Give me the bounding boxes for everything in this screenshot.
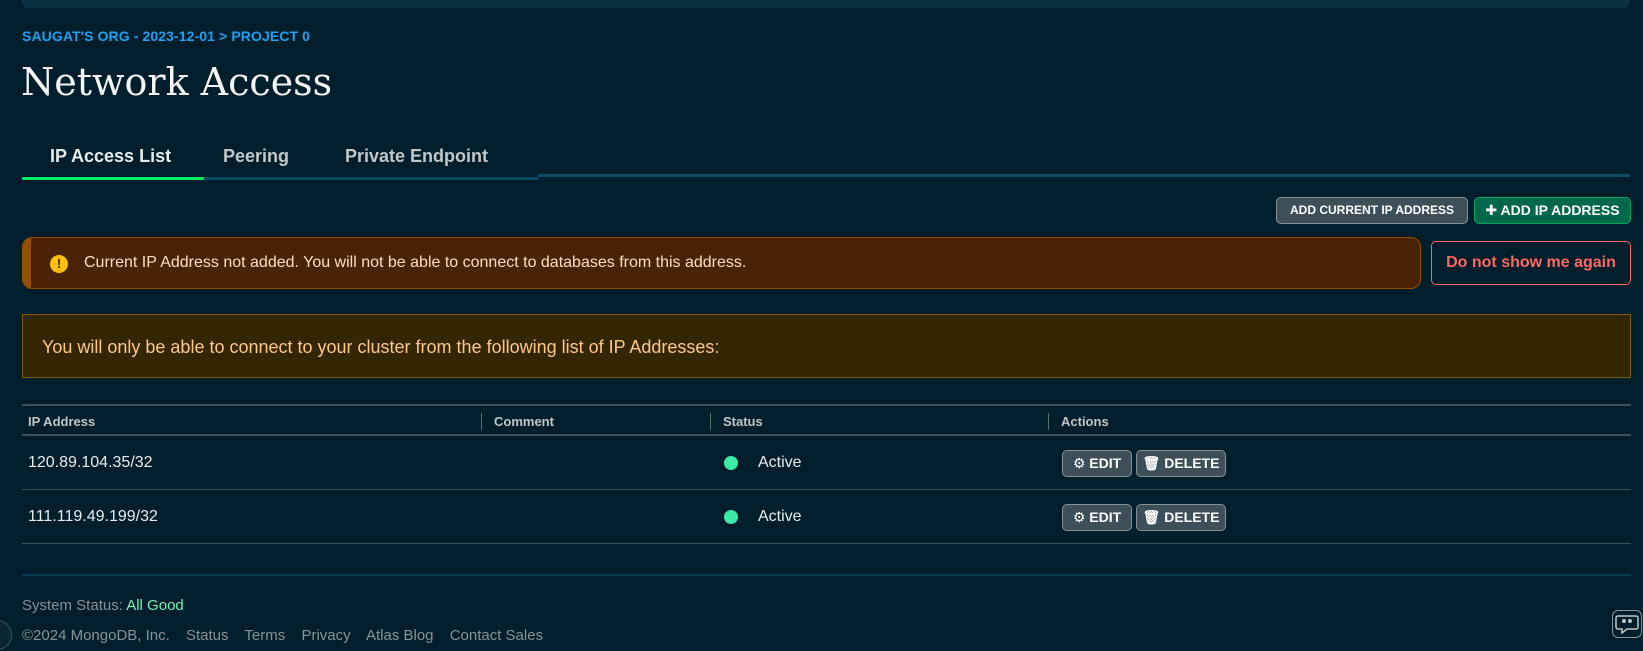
add-current-ip-button[interactable]: ADD CURRENT IP ADDRESS: [1276, 197, 1468, 224]
edit-label: EDIT: [1089, 455, 1122, 471]
footer-link-privacy[interactable]: Privacy: [301, 627, 350, 644]
trash-icon: 🗑: [1142, 509, 1161, 525]
breadcrumb[interactable]: SAUGAT'S ORG - 2023-12-01 > PROJECT 0: [22, 28, 310, 44]
info-banner-message: You will only be able to connect to your…: [42, 337, 720, 357]
status-cell: Active: [758, 508, 802, 525]
add-ip-address-label: ADD IP ADDRESS: [1500, 202, 1620, 218]
column-divider: [710, 413, 711, 430]
delete-button[interactable]: 🗑 DELETE: [1136, 504, 1226, 531]
table-row: 111.119.49.199/32 Active ⚙ EDIT 🗑 DELETE: [22, 490, 1631, 544]
header-ip-address[interactable]: IP Address: [28, 414, 95, 429]
column-divider: [1048, 413, 1049, 430]
ip-address-cell: 111.119.49.199/32: [28, 508, 158, 525]
header-actions: Actions: [1061, 414, 1109, 429]
chat-icon: [1615, 615, 1639, 635]
column-divider: [481, 413, 482, 430]
ip-address-cell: 120.89.104.35/32: [28, 454, 153, 471]
edit-button[interactable]: ⚙ EDIT: [1062, 450, 1132, 477]
tab-peering[interactable]: Peering: [223, 146, 289, 180]
system-status: System Status: All Good: [22, 597, 184, 614]
tab-rail-extension: [538, 174, 1630, 177]
table-header: IP Address Comment Status Actions: [22, 404, 1631, 436]
info-banner: You will only be able to connect to your…: [22, 314, 1631, 378]
status-active-icon: [724, 456, 738, 470]
delete-label: DELETE: [1164, 509, 1220, 525]
warning-message: Current IP Address not added. You will n…: [84, 254, 747, 271]
page-title: Network Access: [21, 60, 333, 104]
status-active-icon: [724, 510, 738, 524]
tab-bar: IP Access List Peering Private Endpoint: [22, 140, 1630, 180]
warning-icon: !: [50, 255, 68, 273]
warning-banner: ! Current IP Address not added. You will…: [22, 237, 1421, 289]
warning-stripe: [23, 238, 31, 288]
header-status[interactable]: Status: [723, 414, 763, 429]
edit-label: EDIT: [1089, 509, 1122, 525]
status-cell: Active: [758, 454, 802, 471]
delete-label: DELETE: [1164, 455, 1220, 471]
gear-icon: ⚙: [1072, 455, 1086, 471]
add-ip-address-button[interactable]: ✚ ADD IP ADDRESS: [1474, 197, 1631, 224]
footer-link-contact-sales[interactable]: Contact Sales: [450, 627, 543, 644]
system-status-value[interactable]: All Good: [126, 597, 184, 614]
footer-links: ©2024 MongoDB, Inc. Status Terms Privacy…: [22, 627, 555, 644]
footer-link-terms[interactable]: Terms: [244, 627, 285, 644]
system-status-label: System Status:: [22, 597, 123, 614]
footer-link-status[interactable]: Status: [186, 627, 229, 644]
header-comment[interactable]: Comment: [494, 414, 554, 429]
delete-button[interactable]: 🗑 DELETE: [1136, 450, 1226, 477]
footer-divider: [22, 574, 1631, 576]
corner-widget[interactable]: [0, 620, 12, 650]
chat-support-button[interactable]: [1612, 610, 1642, 638]
gear-icon: ⚙: [1072, 509, 1086, 525]
do-not-show-again-button[interactable]: Do not show me again: [1431, 241, 1631, 285]
plus-icon: ✚: [1485, 202, 1498, 218]
edit-button[interactable]: ⚙ EDIT: [1062, 504, 1132, 531]
tab-private-endpoint[interactable]: Private Endpoint: [345, 146, 488, 180]
footer-link-atlas-blog[interactable]: Atlas Blog: [366, 627, 434, 644]
trash-icon: 🗑: [1142, 455, 1161, 471]
table-row: 120.89.104.35/32 Active ⚙ EDIT 🗑 DELETE: [22, 436, 1631, 490]
active-tab-indicator: [22, 177, 204, 180]
top-nav-bar: [22, 0, 1630, 8]
tab-ip-access-list[interactable]: IP Access List: [50, 146, 171, 180]
copyright: ©2024 MongoDB, Inc.: [22, 627, 170, 644]
ip-access-table: IP Address Comment Status Actions 120.89…: [22, 404, 1631, 544]
